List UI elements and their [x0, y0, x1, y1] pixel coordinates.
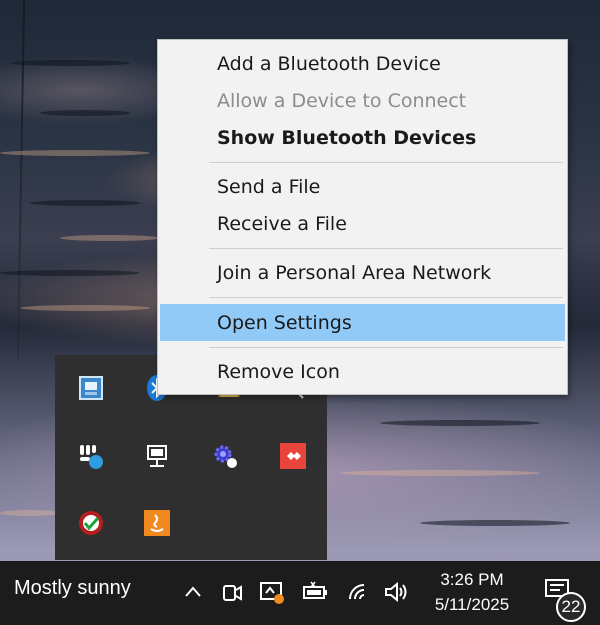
security-shield-icon[interactable]	[75, 507, 107, 539]
menu-separator	[209, 297, 563, 298]
battery-icon[interactable]	[299, 575, 331, 609]
anydesk-icon[interactable]	[277, 440, 309, 472]
weather-widget[interactable]: Mostly sunny	[14, 577, 131, 600]
notification-count-badge: 22	[556, 592, 586, 622]
menu-item-send-a-file[interactable]: Send a File	[160, 170, 565, 203]
screen-capture-icon[interactable]	[256, 575, 288, 609]
menu-item-add-bluetooth-device[interactable]: Add a Bluetooth Device	[160, 47, 565, 80]
taskbar: Mostly sunny 3:26 PM 5/11/2025 22	[0, 561, 600, 625]
menu-item-receive-a-file[interactable]: Receive a File	[160, 207, 565, 240]
volume-icon[interactable]	[380, 575, 412, 609]
wifi-icon[interactable]	[343, 575, 375, 609]
menu-separator	[209, 347, 563, 348]
menu-item-remove-icon[interactable]: Remove Icon	[160, 355, 565, 388]
network-monitor-icon[interactable]	[141, 440, 173, 472]
clock[interactable]: 3:26 PM 5/11/2025	[420, 567, 524, 617]
menu-item-join-personal-area-network[interactable]: Join a Personal Area Network	[160, 256, 565, 289]
chevron-up-icon[interactable]	[177, 575, 209, 609]
clock-time: 3:26 PM	[440, 570, 504, 589]
java-icon[interactable]	[141, 507, 173, 539]
menu-item-open-settings[interactable]: Open Settings	[160, 304, 565, 341]
clock-date: 5/11/2025	[434, 595, 510, 614]
menu-separator	[209, 162, 563, 163]
menu-item-allow-device-to-connect[interactable]: Allow a Device to Connect	[160, 84, 565, 117]
gear-app-icon[interactable]	[209, 440, 241, 472]
slack-icon[interactable]	[75, 440, 107, 472]
menu-separator	[209, 248, 563, 249]
display-app-icon[interactable]	[75, 372, 107, 404]
bluetooth-context-menu: Add a Bluetooth Device Allow a Device to…	[157, 39, 568, 395]
menu-item-show-bluetooth-devices[interactable]: Show Bluetooth Devices	[160, 121, 565, 154]
camera-icon[interactable]	[216, 575, 248, 609]
